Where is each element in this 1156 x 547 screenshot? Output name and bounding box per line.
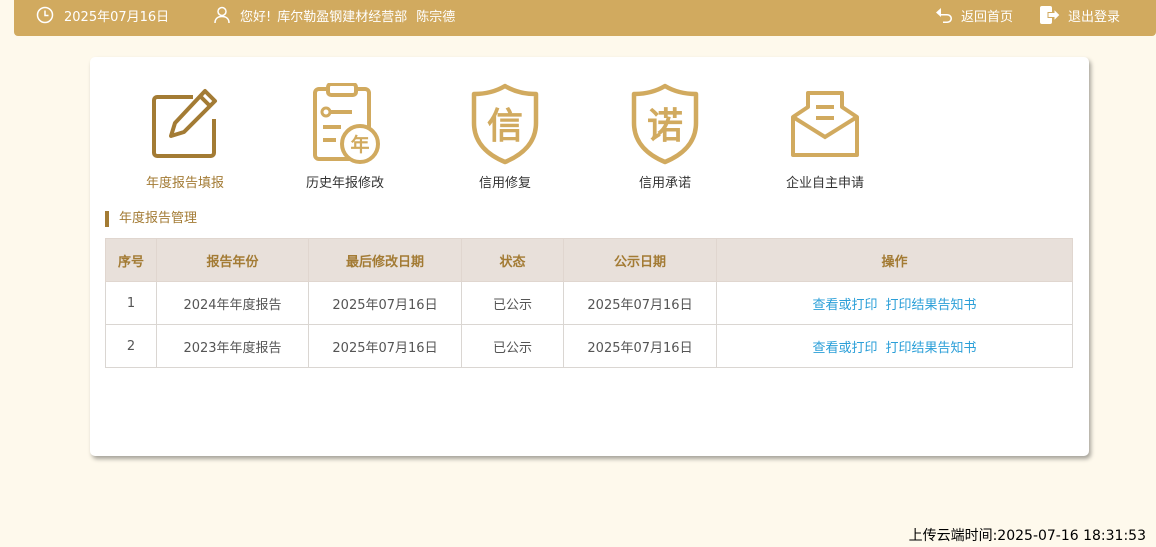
- col-header-public-date: 公示日期: [563, 238, 717, 282]
- nav-label: 信用承诺: [638, 176, 691, 191]
- greeting-text: 您好!: [240, 9, 272, 25]
- nav-label: 企业自主申请: [785, 176, 864, 191]
- home-button[interactable]: 返回首页: [934, 0, 1013, 30]
- user-icon: [214, 6, 230, 24]
- section-title: 年度报告管理: [105, 211, 197, 227]
- col-header-report: 报告年份: [156, 238, 309, 282]
- view-print-link[interactable]: 查看或打印: [812, 341, 877, 356]
- top-bar: 2025年07月16日 您好! 库尔勒盈钢建材经营部 陈宗德 返回首页 退出登录: [14, 0, 1156, 36]
- nav-enterprise-apply[interactable]: 企业自主申请: [765, 83, 885, 193]
- nav-history-report-edit[interactable]: 年 历史年报修改: [285, 82, 405, 193]
- cell-report: 2023年年度报告: [156, 324, 309, 368]
- table-header-row: 序号 报告年份 最后修改日期 状态 公示日期 操作: [105, 238, 1073, 282]
- nav-label: 信用修复: [478, 176, 531, 191]
- col-header-modified: 最后修改日期: [308, 238, 462, 282]
- user-info: 您好! 库尔勒盈钢建材经营部 陈宗德: [214, 0, 455, 30]
- cell-status: 已公示: [461, 324, 564, 368]
- date-display: 2025年07月16日: [36, 0, 169, 30]
- cell-no: 1: [105, 281, 157, 325]
- view-print-link[interactable]: 查看或打印: [812, 298, 877, 313]
- cell-public-date: 2025年07月16日: [563, 324, 717, 368]
- history-badge-text: 年: [350, 133, 369, 156]
- report-table: 序号 报告年份 最后修改日期 状态 公示日期 操作 1 2024年年度报告 20…: [105, 238, 1073, 368]
- print-notice-link[interactable]: 打印结果告知书: [886, 341, 977, 356]
- cell-report: 2024年年度报告: [156, 281, 309, 325]
- user-name: 陈宗德: [416, 9, 456, 25]
- cell-public-date: 2025年07月16日: [563, 281, 717, 325]
- home-label: 返回首页: [961, 9, 1014, 25]
- credit-promise-shield-icon: 诺: [628, 83, 702, 169]
- shield-glyph: 诺: [647, 106, 683, 147]
- back-arrow-icon: [934, 6, 956, 24]
- table-row: 2 2023年年度报告 2025年07月16日 已公示 2025年07月16日 …: [105, 324, 1073, 368]
- nav-credit-repair[interactable]: 信 信用修复: [445, 83, 565, 193]
- col-header-actions: 操作: [716, 238, 1073, 282]
- col-header-status: 状态: [461, 238, 564, 282]
- clock-icon: [36, 6, 54, 24]
- company-name: 库尔勒盈钢建材经营部: [277, 9, 408, 25]
- credit-repair-shield-icon: 信: [468, 83, 542, 169]
- upload-time: 上传云端时间:2025-07-16 18:31:53: [908, 528, 1146, 544]
- cell-no: 2: [105, 324, 157, 368]
- shield-glyph: 信: [487, 106, 523, 147]
- print-notice-link[interactable]: 打印结果告知书: [886, 298, 977, 313]
- edit-report-icon: [148, 83, 222, 163]
- nav-annual-report-fill[interactable]: 年度报告填报: [125, 83, 245, 193]
- col-header-no: 序号: [105, 238, 157, 282]
- cell-actions: 查看或打印 打印结果告知书: [716, 324, 1073, 368]
- cell-status: 已公示: [461, 281, 564, 325]
- logout-button[interactable]: 退出登录: [1039, 0, 1120, 30]
- table-row: 1 2024年年度报告 2025年07月16日 已公示 2025年07月16日 …: [105, 281, 1073, 325]
- main-panel: 年度报告填报 年 历史年报修改 信 信用修复 诺 信用承诺 企业自主申请 年度报…: [90, 57, 1089, 456]
- nav-label: 历史年报修改: [305, 176, 384, 191]
- nav-credit-promise[interactable]: 诺 信用承诺: [605, 83, 725, 193]
- current-date: 2025年07月16日: [64, 9, 170, 25]
- history-report-icon: 年: [308, 82, 382, 169]
- envelope-apply-icon: [788, 83, 862, 163]
- cell-modified: 2025年07月16日: [308, 281, 462, 325]
- nav-label: 年度报告填报: [145, 176, 224, 191]
- logout-label: 退出登录: [1068, 9, 1121, 25]
- cell-actions: 查看或打印 打印结果告知书: [716, 281, 1073, 325]
- logout-icon: [1039, 5, 1061, 25]
- cell-modified: 2025年07月16日: [308, 324, 462, 368]
